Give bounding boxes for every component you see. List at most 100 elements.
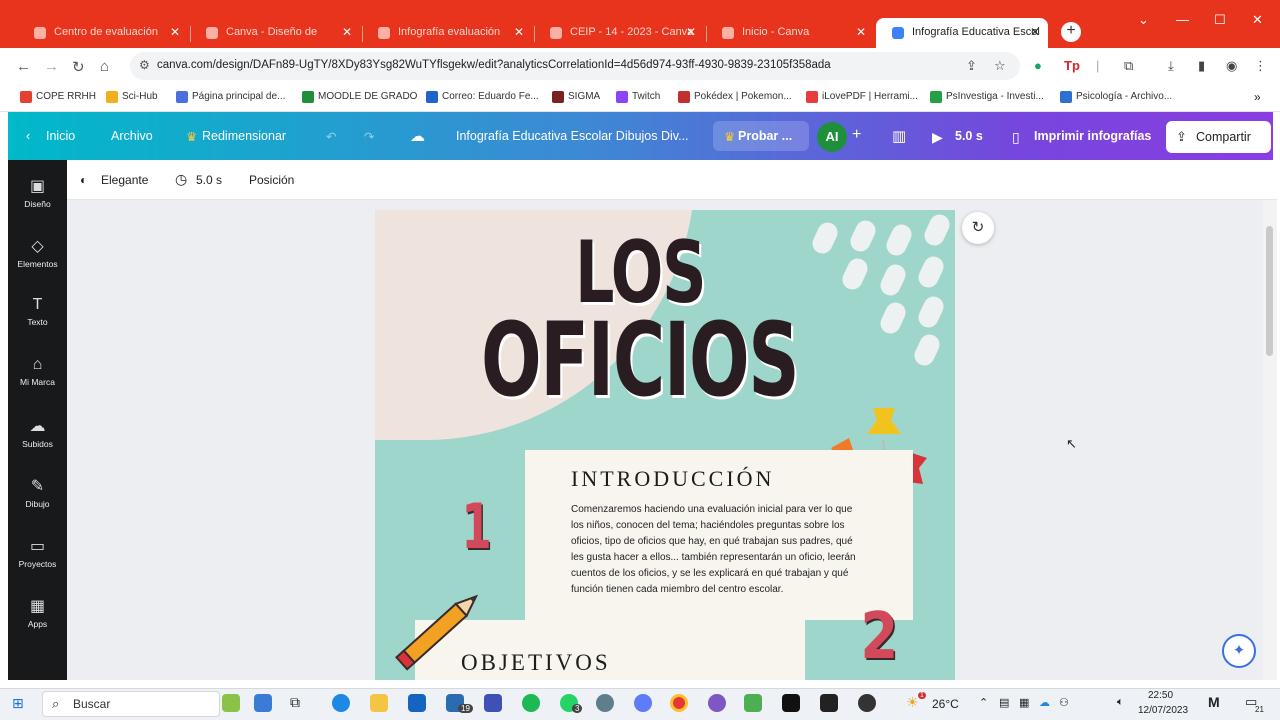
add-collaborator-icon[interactable]: + <box>852 126 861 144</box>
app-dark-icon[interactable] <box>858 694 876 712</box>
design-page[interactable]: LOS OFICIOS INTRODUCCIÓN Comenzaremos ha… <box>375 210 955 680</box>
more-bookmarks-icon[interactable]: » <box>1254 90 1261 104</box>
weather-icon[interactable]: ☀ <box>906 694 919 711</box>
chrome-icon[interactable] <box>670 694 688 712</box>
close-icon[interactable]: ✕ <box>342 25 352 39</box>
maximize-icon[interactable]: ☐ <box>1214 12 1226 28</box>
file-explorer-icon[interactable] <box>370 694 388 712</box>
bookmark-item[interactable]: Sci-Hub <box>106 91 158 103</box>
present-duration[interactable]: 5.0 s <box>955 129 983 143</box>
file-menu[interactable]: Archivo <box>111 129 153 143</box>
rail-item-design[interactable]: ▣ Diseño <box>8 176 67 209</box>
tab-5[interactable]: Inicio - Canva ✕ <box>706 18 874 48</box>
duration-button[interactable]: 5.0 s <box>196 173 222 187</box>
redo-icon[interactable]: ↷ <box>364 129 374 144</box>
tab-active[interactable]: Infografía Educativa Escol ✕ <box>876 18 1048 48</box>
bookmark-item[interactable]: MOODLE DE GRADO <box>302 91 417 103</box>
close-icon[interactable]: ✕ <box>856 25 866 39</box>
close-icon[interactable]: ✕ <box>514 25 524 39</box>
number-two[interactable]: 2 <box>860 600 898 674</box>
bookmark-item[interactable]: Correo: Eduardo Fe... <box>426 91 539 103</box>
rail-item-text[interactable]: T Texto <box>8 296 67 327</box>
onedrive-icon[interactable]: ☁ <box>1039 696 1050 709</box>
magic-sparkle-icon[interactable]: ✦ <box>1222 634 1256 668</box>
bookmark-item[interactable]: Psicología - Archivo... <box>1060 91 1172 103</box>
rail-item-elements[interactable]: ◇ Elementos <box>8 236 67 269</box>
close-window-icon[interactable]: ✕ <box>1252 12 1263 28</box>
insights-icon[interactable]: ▥ <box>892 127 906 145</box>
temperature[interactable]: 26°C <box>932 697 959 711</box>
rail-item-projects[interactable]: ▭ Proyectos <box>8 536 67 569</box>
netflix-icon[interactable] <box>782 694 800 712</box>
bookmark-item[interactable]: Pokédex | Pokemon... <box>678 91 792 103</box>
tab-2[interactable]: Canva - Diseño de ✕ <box>190 18 360 48</box>
regenerate-icon[interactable]: ↻ <box>962 212 994 244</box>
rail-item-uploads[interactable]: ☁ Subidos <box>8 416 67 449</box>
forward-icon[interactable]: → <box>44 58 59 75</box>
extension-tp-icon[interactable]: Tp <box>1064 58 1080 73</box>
volume-icon[interactable]: 🔈︎ <box>1117 696 1124 709</box>
scroll-thumb[interactable] <box>1266 226 1273 356</box>
play-icon[interactable]: ▶ <box>932 129 943 146</box>
clock-time[interactable]: 22:50 <box>1148 690 1173 701</box>
app-m-tray-icon[interactable]: M <box>1208 694 1220 710</box>
spotify-icon[interactable] <box>522 694 540 712</box>
title-line-2[interactable]: OFICIOS <box>481 310 800 412</box>
site-info-icon[interactable]: ⚙ <box>139 58 150 72</box>
avatar[interactable]: AI <box>817 122 847 152</box>
objectives-heading[interactable]: OBJETIVOS <box>461 650 611 676</box>
tab-4[interactable]: CEIP - 14 - 2023 - Canva ✕ <box>534 18 704 48</box>
obs-icon[interactable] <box>708 694 726 712</box>
tray-app-icon[interactable]: ⚇ <box>1059 696 1069 709</box>
close-icon[interactable]: ✕ <box>686 25 696 39</box>
edge-icon[interactable] <box>332 694 350 712</box>
close-icon[interactable]: ✕ <box>170 25 180 39</box>
globe-icon[interactable] <box>596 694 614 712</box>
extension-icon[interactable]: | <box>1096 58 1099 73</box>
tray-app-icon[interactable]: ▦ <box>1019 696 1029 709</box>
widget-icon[interactable] <box>222 694 240 712</box>
bookmark-item[interactable]: SIGMA <box>552 91 600 103</box>
intro-heading[interactable]: INTRODUCCIÓN <box>571 466 774 492</box>
menu-icon[interactable]: ⋮ <box>1254 58 1267 74</box>
extension-grammarly-icon[interactable]: ● <box>1034 58 1042 73</box>
bookmark-item[interactable]: iLovePDF | Herrami... <box>806 91 918 103</box>
r-app-icon[interactable] <box>634 694 652 712</box>
app-m-icon[interactable] <box>484 694 502 712</box>
star-icon[interactable]: ☆ <box>994 58 1006 74</box>
cloud-saved-icon[interactable]: ☁ <box>410 127 425 145</box>
rail-item-apps[interactable]: ▦ Apps <box>8 596 67 629</box>
tab-3[interactable]: Infografía evaluación ✕ <box>362 18 532 48</box>
tab-1[interactable]: Centro de evaluación ✕ <box>18 18 188 48</box>
bookmark-item[interactable]: Twitch <box>616 91 660 103</box>
clock-date[interactable]: 12/07/2023 <box>1138 705 1188 716</box>
number-one[interactable]: 1 <box>461 490 491 563</box>
bookmark-item[interactable]: PsInvestiga - Investi... <box>930 91 1044 103</box>
store-icon[interactable] <box>408 694 426 712</box>
copilot-icon[interactable] <box>254 694 272 712</box>
puzzle-icon[interactable]: ⧉ <box>1124 58 1133 74</box>
chevron-up-icon[interactable]: ⌃ <box>979 696 988 709</box>
home-icon[interactable]: ⌂ <box>100 58 109 75</box>
minimize-icon[interactable]: — <box>1176 12 1189 27</box>
install-icon[interactable]: ⇪ <box>966 58 977 74</box>
position-button[interactable]: Posición <box>249 173 294 187</box>
design-title[interactable]: Infografía Educativa Escolar Dibujos Div… <box>456 129 689 143</box>
profile-icon[interactable]: ◉ <box>1226 58 1237 74</box>
print-button[interactable]: Imprimir infografías <box>1034 129 1151 143</box>
minecraft-icon[interactable] <box>744 694 762 712</box>
vertical-scrollbar[interactable] <box>1263 200 1277 680</box>
chevron-left-icon[interactable]: ‹ <box>26 129 30 143</box>
sidepanel-icon[interactable]: ▮ <box>1198 58 1205 74</box>
epic-games-icon[interactable] <box>820 694 838 712</box>
address-bar[interactable]: ⚙ canva.com/design/DAFn89-UgTY/8XDy83Ysg… <box>130 52 1020 80</box>
close-icon[interactable]: ✕ <box>1030 25 1040 39</box>
back-icon[interactable]: ← <box>16 58 31 75</box>
share-button[interactable]: ⇪ Compartir <box>1166 121 1271 153</box>
windows-start-icon[interactable]: ⊞ <box>12 695 24 712</box>
reload-icon[interactable]: ↻ <box>72 58 85 76</box>
undo-icon[interactable]: ↶ <box>326 129 336 144</box>
bookmark-item[interactable]: Página principal de... <box>176 91 285 103</box>
rail-item-draw[interactable]: ✎ Dibujo <box>8 476 67 509</box>
intro-text[interactable]: Comenzaremos haciendo una evaluación ini… <box>571 502 867 598</box>
